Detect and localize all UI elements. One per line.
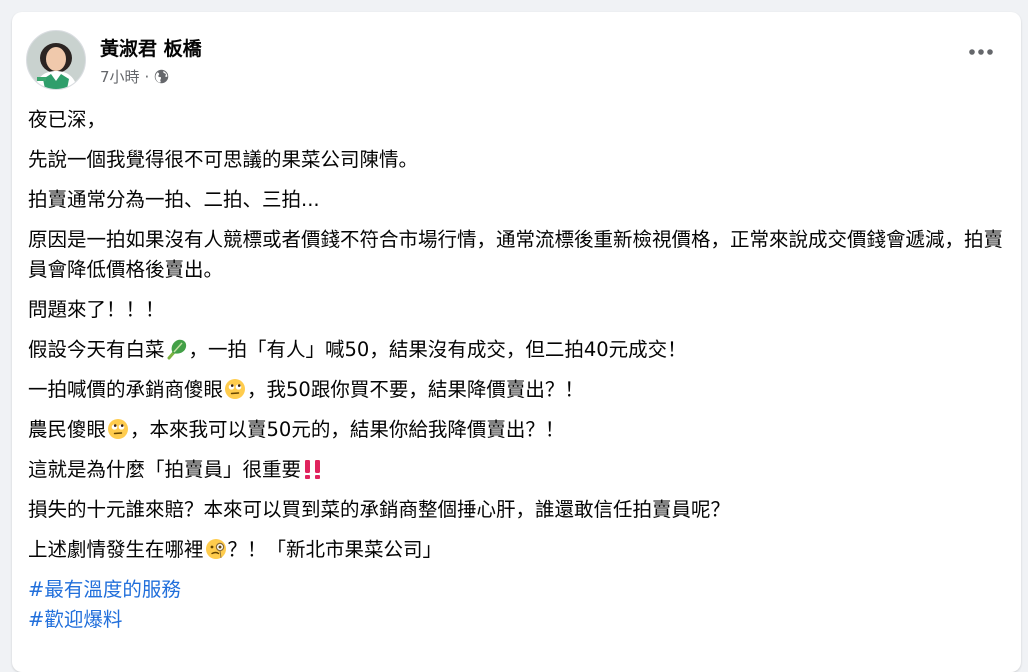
post-card: 黃淑君 板橋 7小時 · 夜已深， 先說一個我覺得很不可思議的果菜公司陳情。 拍… bbox=[12, 12, 1021, 672]
eye-roll-emoji-icon bbox=[225, 379, 246, 399]
paragraph: 問題來了！！！ bbox=[28, 298, 165, 321]
avatar-image bbox=[27, 31, 85, 89]
eye-roll-emoji-icon bbox=[108, 419, 129, 439]
paragraph-text: ，我50跟你買不要，結果降價賣出？！ bbox=[247, 378, 584, 401]
paragraph-text: 農民傻眼 bbox=[28, 418, 107, 441]
paragraph: 農民傻眼 ，本來我可以賣50元的，結果你給我降價賣出？！ bbox=[28, 415, 1013, 445]
paragraph-text: ，本來我可以賣50元的，結果你給我降價賣出？！ bbox=[130, 418, 565, 441]
paragraph: 先說一個我覺得很不可思議的果菜公司陳情。 bbox=[28, 148, 419, 171]
globe-icon[interactable] bbox=[154, 69, 169, 84]
paragraph: 上述劇情發生在哪裡 ？！「新北市果菜公司」 bbox=[28, 535, 1013, 565]
hashtag-list: #最有溫度的服務 #歡迎爆料 bbox=[28, 575, 1013, 635]
hashtag-link[interactable]: #歡迎爆料 bbox=[28, 605, 1013, 635]
post-timestamp[interactable]: 7小時 bbox=[100, 66, 140, 87]
post-meta: 7小時 · bbox=[100, 66, 169, 87]
paragraph: 損失的十元誰來賠？本來可以買到菜的承銷商整個捶心肝，誰還敢信任拍賣員呢？ bbox=[28, 498, 731, 521]
post-body: 夜已深， 先說一個我覺得很不可思議的果菜公司陳情。 拍賣通常分為一拍、二拍、三拍… bbox=[28, 105, 1013, 635]
author-avatar[interactable] bbox=[26, 30, 86, 90]
author-name[interactable]: 黃淑君 板橋 bbox=[100, 34, 202, 61]
more-options-icon bbox=[969, 49, 993, 55]
paragraph: 拍賣通常分為一拍、二拍、三拍... bbox=[28, 188, 320, 211]
paragraph: 一拍喊價的承銷商傻眼 ，我50跟你買不要，結果降價賣出？！ bbox=[28, 375, 1013, 405]
paragraph-text: 假設今天有白菜 bbox=[28, 338, 165, 361]
leafy-green-icon bbox=[167, 339, 186, 360]
paragraph: 這就是為什麼「拍賣員」很重要 bbox=[28, 455, 1013, 485]
paragraph-text: 上述劇情發生在哪裡 bbox=[28, 538, 204, 561]
paragraph: 原因是一拍如果沒有人競標或者價錢不符合市場行情，通常流標後重新檢視價格，正常來說… bbox=[28, 228, 1004, 281]
paragraph-text: 這就是為什麼「拍賣員」很重要 bbox=[28, 458, 302, 481]
double-exclamation-icon bbox=[305, 460, 321, 479]
paragraph: 假設今天有白菜 ，一拍「有人」喊50，結果沒有成交，但二拍40元成交！ bbox=[28, 335, 1013, 365]
hashtag-link[interactable]: #最有溫度的服務 bbox=[28, 575, 1013, 605]
paragraph: 夜已深， bbox=[28, 108, 107, 131]
face-with-monocle-icon bbox=[205, 539, 226, 559]
paragraph-text: ？！「新北市果菜公司」 bbox=[227, 538, 443, 561]
meta-separator: · bbox=[144, 67, 150, 86]
paragraph-text: ，一拍「有人」喊50，結果沒有成交，但二拍40元成交！ bbox=[188, 338, 687, 361]
post-header: 黃淑君 板橋 7小時 · bbox=[26, 30, 1001, 92]
paragraph-text: 一拍喊價的承銷商傻眼 bbox=[28, 378, 224, 401]
more-options-button[interactable] bbox=[961, 32, 1001, 72]
